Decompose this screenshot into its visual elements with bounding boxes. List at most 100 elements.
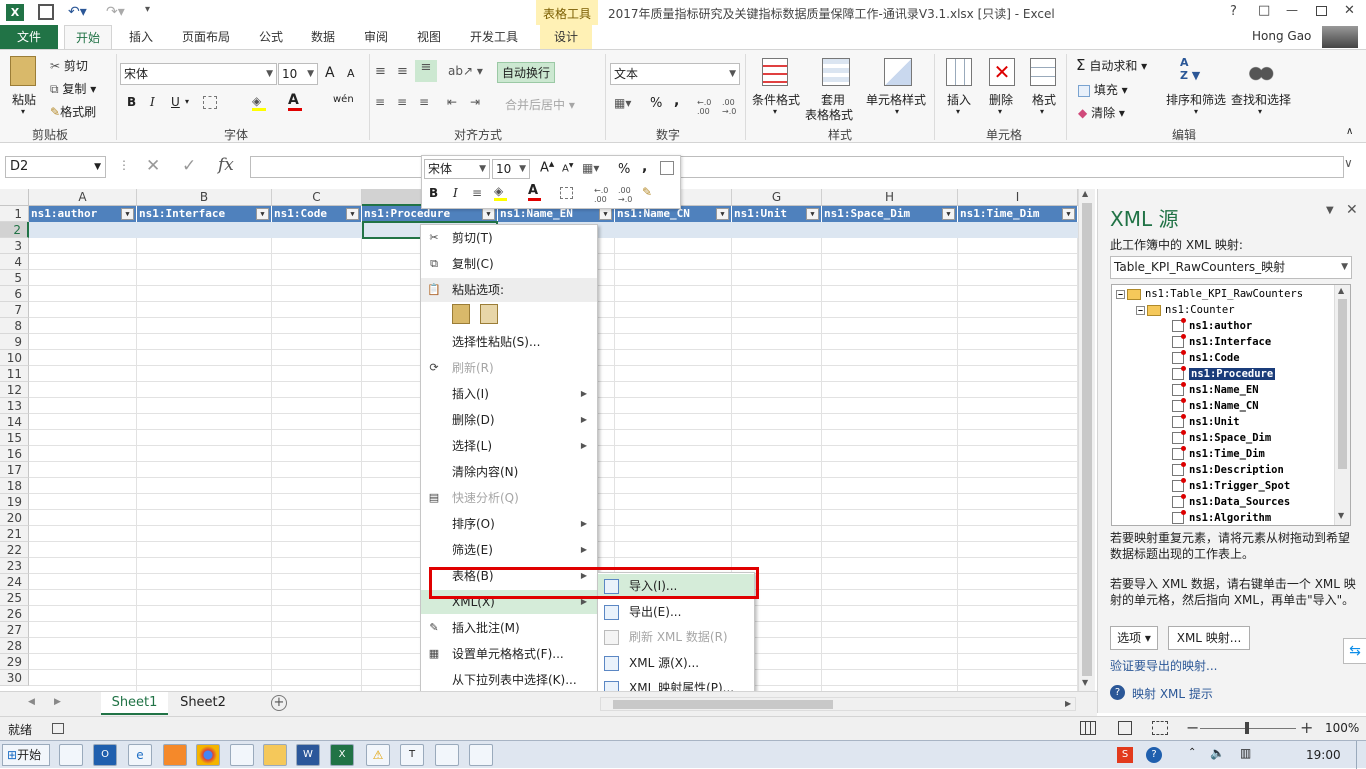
tree-leaf[interactable]: ns1:Code bbox=[1172, 350, 1240, 366]
context-menu-item[interactable]: 插入(I) ▶ bbox=[421, 382, 597, 406]
paste-values-icon[interactable] bbox=[480, 304, 498, 324]
new-sheet-button[interactable]: + bbox=[271, 695, 287, 711]
mini-borders-button[interactable] bbox=[560, 187, 573, 199]
tree-scrollbar[interactable]: ▲ ▼ bbox=[1334, 285, 1350, 525]
mini-align-center-button[interactable]: ≡ bbox=[472, 186, 482, 200]
tree-root[interactable]: − ns1:Table_KPI_RawCounters bbox=[1116, 287, 1303, 302]
row-header[interactable]: 16 bbox=[0, 446, 29, 462]
row-header[interactable]: 28 bbox=[0, 638, 29, 654]
cell-styles-button[interactable]: 单元格样式 bbox=[866, 91, 926, 108]
insert-cells-button[interactable]: 插入 bbox=[947, 91, 971, 108]
row-header[interactable]: 21 bbox=[0, 526, 29, 542]
filter-dropdown-icon[interactable]: ▼ bbox=[599, 208, 612, 220]
tree-leaf[interactable]: ns1:Algorithm bbox=[1172, 510, 1271, 525]
column-header[interactable]: G bbox=[732, 189, 822, 206]
mini-brush-icon[interactable]: ✎ bbox=[642, 185, 652, 199]
paste-icon[interactable] bbox=[10, 56, 36, 86]
number-format-combo[interactable]: 文本 ▼ bbox=[610, 63, 740, 85]
context-menu-item[interactable]: ✎ 插入批注(M) bbox=[421, 616, 597, 640]
row-header[interactable]: 6 bbox=[0, 286, 29, 302]
format-painter-button[interactable]: ✎格式刷 bbox=[50, 103, 96, 120]
text-app-icon[interactable]: T bbox=[400, 744, 424, 766]
xml-maps-button[interactable]: XML 映射... bbox=[1168, 626, 1250, 650]
row-header[interactable]: 14 bbox=[0, 414, 29, 430]
notepad-icon[interactable] bbox=[435, 744, 459, 766]
context-menu-item[interactable]: ▦ 设置单元格格式(F)... bbox=[421, 642, 597, 666]
scroll-up-icon[interactable]: ▲ bbox=[1082, 189, 1088, 198]
tray-chevron-icon[interactable]: ⌃ bbox=[1188, 747, 1196, 758]
clock[interactable]: 19:00 bbox=[1306, 748, 1341, 762]
tray-volume-icon[interactable]: 🔈 bbox=[1210, 746, 1225, 760]
row-header[interactable]: 27 bbox=[0, 622, 29, 638]
context-menu-item[interactable]: 从下拉列表中选择(K)... bbox=[421, 668, 597, 692]
verify-export-link[interactable]: 验证要导出的映射... bbox=[1110, 657, 1217, 674]
filter-dropdown-icon[interactable]: ▼ bbox=[942, 208, 955, 220]
row-header[interactable]: 5 bbox=[0, 270, 29, 286]
mini-increase-decimal-button[interactable]: ←.0.00 bbox=[594, 186, 608, 204]
orientation-button[interactable]: ab↗ ▾ bbox=[448, 64, 483, 78]
row-header[interactable]: 10 bbox=[0, 350, 29, 366]
sheet-tab-2[interactable]: Sheet2 bbox=[170, 692, 236, 715]
zoom-slider-thumb[interactable] bbox=[1245, 722, 1249, 734]
row-header[interactable]: 22 bbox=[0, 542, 29, 558]
shrink-font-button[interactable]: A bbox=[347, 67, 355, 80]
context-menu-item[interactable]: 筛选(E) ▶ bbox=[421, 538, 597, 562]
tab-page-layout[interactable]: 页面布局 bbox=[174, 25, 238, 49]
redo-icon[interactable]: ↷▾ bbox=[106, 4, 125, 20]
cut-button[interactable]: ✂ 剪切 bbox=[50, 57, 88, 74]
decrease-indent-button[interactable]: ⇤ bbox=[447, 95, 457, 109]
tree-counter[interactable]: − ns1:Counter bbox=[1136, 303, 1235, 318]
autosum-button[interactable]: Σ 自动求和 ▾ bbox=[1076, 56, 1147, 74]
align-middle-button[interactable]: ≡ bbox=[397, 64, 408, 79]
show-desktop-button[interactable] bbox=[1356, 741, 1366, 769]
wrap-text-button[interactable]: 自动换行 bbox=[497, 62, 556, 83]
italic-button[interactable]: I bbox=[150, 95, 155, 109]
fill-color-button[interactable]: ◈ bbox=[252, 94, 266, 111]
column-header[interactable]: C bbox=[272, 189, 362, 206]
scroll-thumb[interactable] bbox=[1082, 203, 1092, 676]
underline-button[interactable]: U bbox=[171, 95, 180, 109]
grow-font-button[interactable]: A bbox=[325, 65, 335, 81]
customize-qat-icon[interactable]: ▾ bbox=[145, 4, 150, 15]
tab-view[interactable]: 视图 bbox=[408, 25, 450, 49]
scroll-up-icon[interactable]: ▲ bbox=[1338, 286, 1344, 295]
help-button[interactable]: ? bbox=[1230, 4, 1237, 19]
minimize-button[interactable]: — bbox=[1286, 3, 1298, 17]
warning-app-icon[interactable]: ⚠ bbox=[366, 744, 390, 766]
undo-icon[interactable]: ↶▾ bbox=[68, 4, 87, 20]
conditional-format-button[interactable]: 条件格式 bbox=[752, 91, 800, 108]
xml-submenu-item[interactable]: XML 源(X)... bbox=[598, 651, 754, 676]
format-button[interactable]: 格式 bbox=[1032, 91, 1056, 108]
tree-leaf[interactable]: ns1:Description bbox=[1172, 462, 1284, 478]
page-layout-view-icon[interactable] bbox=[1118, 721, 1132, 735]
row-header[interactable]: 20 bbox=[0, 510, 29, 526]
page-break-view-icon[interactable] bbox=[1152, 721, 1168, 735]
row-header[interactable]: 15 bbox=[0, 430, 29, 446]
column-header[interactable]: A bbox=[29, 189, 137, 206]
firefox-icon[interactable] bbox=[163, 744, 187, 766]
context-menu-item[interactable]: 📋 粘贴选项: bbox=[421, 278, 597, 302]
filter-dropdown-icon[interactable]: ▼ bbox=[806, 208, 819, 220]
font-name-combo[interactable]: 宋体 ▼ bbox=[120, 63, 277, 85]
tray-help-icon[interactable]: ? bbox=[1146, 747, 1162, 763]
row-header[interactable]: 19 bbox=[0, 494, 29, 510]
context-menu-item[interactable]: ⧉ 复制(C) bbox=[421, 252, 597, 276]
row-header[interactable]: 9 bbox=[0, 334, 29, 350]
explorer-icon[interactable] bbox=[263, 744, 287, 766]
fill-button[interactable]: 填充 ▾ bbox=[1078, 81, 1128, 98]
column-header[interactable]: I bbox=[958, 189, 1078, 206]
mini-comma-button[interactable]: , bbox=[642, 159, 647, 175]
tab-file[interactable]: 文件 bbox=[0, 25, 58, 49]
comma-button[interactable]: , bbox=[674, 93, 679, 109]
outlook-icon[interactable]: O bbox=[93, 744, 117, 766]
tray-network-icon[interactable]: ▥ bbox=[1240, 746, 1251, 760]
tree-leaf[interactable]: ns1:Procedure bbox=[1172, 366, 1276, 382]
row-header[interactable]: 30 bbox=[0, 670, 29, 686]
tree-leaf[interactable]: ns1:Unit bbox=[1172, 414, 1240, 430]
context-menu-item[interactable]: 清除内容(N) bbox=[421, 460, 597, 484]
next-sheet-icon[interactable]: ▶ bbox=[54, 697, 61, 707]
taskbar-app-icon[interactable] bbox=[230, 744, 254, 766]
phonetic-button[interactable]: wén bbox=[333, 94, 354, 105]
column-header[interactable]: H bbox=[822, 189, 958, 206]
filter-dropdown-icon[interactable]: ▼ bbox=[716, 208, 729, 220]
